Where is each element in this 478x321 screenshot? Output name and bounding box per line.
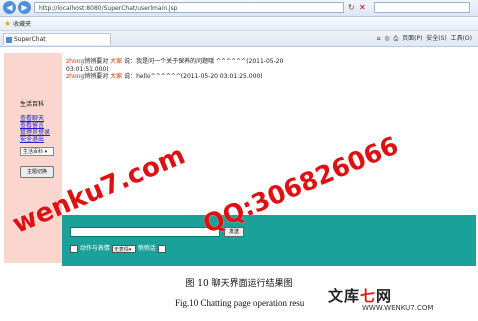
message-verb: 悄悄要对 [84, 58, 109, 65]
chat-area: zhong悄悄要对 大家 说：我是问一个关于保养的问题哦 ^^^^^^(2011… [66, 58, 286, 81]
page-icon [6, 37, 12, 43]
message-user: zhong [66, 58, 85, 65]
figure-caption-cn: 图 10 聊天界面运行结果图 [185, 279, 293, 289]
tools-menu[interactable]: 工具(O) [451, 35, 472, 42]
chat-message: zhong悄悄要对 大家 说：hello^^^^^^(2011-05-20 03… [66, 73, 286, 81]
message-input[interactable] [70, 227, 220, 237]
url-input[interactable]: http://localhost:8080/SuperChat/userlmai… [34, 2, 344, 13]
tab-title: SuperChat [14, 36, 46, 43]
browser-window: ◀ ▶ http://localhost:8080/SuperChat/user… [0, 0, 478, 268]
message-input-bar: 发送 动作与表情 无表情▾ 悄悄话 [62, 215, 476, 266]
topic-select-value: 生活百科 [23, 149, 44, 155]
message-said: 说： [124, 58, 137, 65]
refresh-icon[interactable]: ↻ [348, 2, 355, 13]
topic-select[interactable]: 生活百科 ▾ [20, 147, 54, 156]
send-button[interactable]: 发送 [224, 227, 244, 237]
figure-caption-en: Fig.10 Chatting page operation resu [175, 298, 305, 308]
command-bar: ⌂ ◎ ⎙ 页面(P) 安全(S) 工具(O) [377, 34, 472, 44]
message-options: 动作与表情 无表情▾ 悄悄话 [70, 244, 166, 253]
logo-text-pre: 文库 [328, 287, 361, 305]
favorites-bar: ★ 收藏夹 [0, 17, 478, 31]
address-bar: ◀ ▶ http://localhost:8080/SuperChat/user… [0, 0, 478, 17]
theme-switch-button[interactable]: 主题切换 [20, 166, 54, 178]
safety-menu[interactable]: 安全(S) [426, 35, 447, 42]
emotion-select-value: 无表情 [113, 246, 129, 253]
emotion-select[interactable]: 无表情▾ [111, 244, 136, 253]
search-input[interactable] [374, 2, 470, 13]
wenku7-logo: 文库七网 [328, 285, 392, 306]
logo-url: WWW.WENKU7.COM [362, 304, 434, 312]
tab-superchat[interactable]: SuperChat [3, 33, 111, 45]
sidebar-title: 生活百科 [20, 101, 45, 108]
print-icon[interactable]: ⎙ [393, 35, 398, 42]
forward-icon[interactable]: ▶ [18, 1, 31, 14]
action-checkbox[interactable] [70, 244, 78, 253]
action-label: 动作与表情 [79, 245, 110, 252]
tab-bar: SuperChat ⌂ ◎ ⎙ 页面(P) 安全(S) 工具(O) [0, 31, 478, 47]
logo-text-post: 网 [376, 287, 393, 305]
message-target: 大家 [110, 58, 123, 65]
favorites-label[interactable]: 收藏夹 [13, 21, 31, 28]
message-target: 大家 [110, 73, 123, 80]
logo-text-seven: 七 [360, 287, 377, 305]
home-icon[interactable]: ⌂ [377, 35, 381, 42]
message-said: 说： [124, 73, 137, 80]
message-user: zhong [66, 73, 85, 80]
message-verb: 悄悄要对 [84, 73, 109, 80]
sidebar: 生活百科 查看聊天 查看留言 管理员登录 安全退出 生活百科 ▾ 主题切换 [4, 53, 62, 263]
feeds-icon[interactable]: ◎ [384, 35, 389, 42]
sidebar-link-logout[interactable]: 安全退出 [20, 134, 44, 143]
stop-icon[interactable]: ✕ [359, 2, 366, 13]
chat-message: zhong悄悄要对 大家 说：我是问一个关于保养的问题哦 ^^^^^^(2011… [66, 58, 286, 73]
message-text: hello^^^^^^(2011-05-20 03:01:25.000) [136, 73, 263, 80]
back-icon[interactable]: ◀ [3, 1, 16, 14]
page-content: 生活百科 查看聊天 查看留言 管理员登录 安全退出 生活百科 ▾ 主题切换 zh… [0, 47, 478, 268]
private-checkbox[interactable] [157, 244, 166, 253]
private-label: 悄悄话 [137, 245, 156, 252]
page-menu[interactable]: 页面(P) [402, 35, 422, 42]
favorites-star-icon[interactable]: ★ [4, 19, 11, 28]
